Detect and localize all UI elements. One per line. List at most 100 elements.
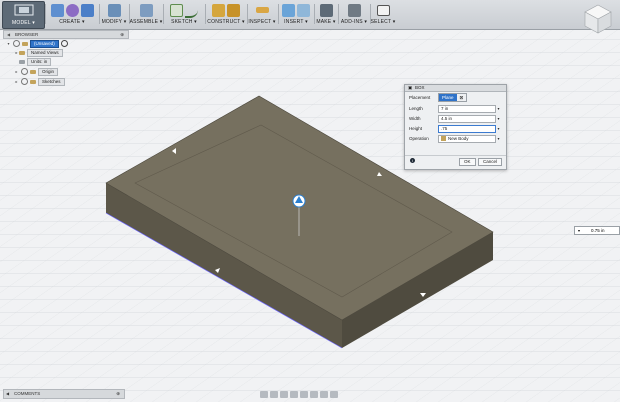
- height-row: Height .75 ▾: [409, 124, 503, 133]
- operation-select[interactable]: New Body: [438, 134, 496, 143]
- insert-image-icon[interactable]: [297, 3, 310, 17]
- tree-item-label: Units: in: [27, 57, 52, 66]
- chevron-down-icon[interactable]: ▾: [496, 136, 501, 141]
- pan-icon[interactable]: [280, 391, 288, 398]
- main-toolbar: MODEL ▾ CREATE ▾ MODIFY ▾ ASSEMBLE ▾ SKE…: [0, 0, 620, 30]
- spline-icon[interactable]: [185, 3, 198, 18]
- expand-icon[interactable]: ▸: [14, 69, 19, 74]
- inspect-label: INSPECT ▾: [248, 19, 276, 25]
- display-settings-icon[interactable]: [310, 391, 318, 398]
- ok-button[interactable]: OK: [459, 158, 476, 166]
- add-ins-menu[interactable]: ADD-INS ▾: [340, 2, 368, 28]
- tree-item-label: (Unsaved): [30, 39, 59, 48]
- tree-item-label: Sketches: [38, 77, 65, 86]
- make-label: MAKE ▾: [316, 19, 336, 25]
- orbit-icon[interactable]: [260, 391, 268, 398]
- comments-panel[interactable]: ◀ COMMENTS ⊕: [3, 389, 125, 399]
- inspect-menu[interactable]: INSPECT ▾: [248, 2, 276, 28]
- folder-icon: [30, 79, 36, 84]
- visibility-icon[interactable]: [21, 78, 28, 85]
- comments-title: COMMENTS: [14, 391, 41, 396]
- canvas-viewport[interactable]: [0, 0, 620, 402]
- placement-label: Placement: [409, 95, 431, 100]
- placement-selector[interactable]: Plane ⊠: [438, 93, 468, 102]
- midplane-icon[interactable]: [227, 3, 240, 17]
- tree-item-origin[interactable]: ▸ Origin: [14, 67, 59, 76]
- modify-label: MODIFY ▾: [101, 19, 127, 25]
- select-label: SELECT ▾: [370, 19, 396, 25]
- operation-label: Operation: [409, 136, 429, 141]
- tree-item-root[interactable]: ▾ (Unsaved): [6, 39, 68, 48]
- select-icon[interactable]: [376, 4, 390, 16]
- info-icon[interactable]: i: [410, 158, 415, 163]
- box-icon[interactable]: [80, 3, 94, 17]
- make-menu[interactable]: MAKE ▾: [316, 2, 336, 28]
- create-label: CREATE ▾: [59, 19, 85, 25]
- collapse-icon[interactable]: ◀: [6, 31, 11, 38]
- workspace-switcher[interactable]: MODEL ▾: [2, 1, 45, 29]
- construct-label: CONSTRUCT ▾: [207, 19, 245, 25]
- assemble-menu[interactable]: ASSEMBLE ▾: [129, 2, 163, 28]
- grid-settings-icon[interactable]: [320, 391, 328, 398]
- create-menu[interactable]: CREATE ▾: [47, 2, 97, 28]
- add-ins-label: ADD-INS ▾: [340, 19, 368, 25]
- measure-icon[interactable]: [255, 7, 269, 13]
- length-input[interactable]: 7 in: [438, 104, 496, 113]
- chevron-down-icon[interactable]: ▾: [496, 126, 501, 131]
- placement-other-option[interactable]: ⊠: [457, 94, 467, 101]
- sphere-icon[interactable]: [65, 3, 79, 17]
- component-icon: [22, 41, 28, 46]
- viewports-icon[interactable]: [330, 391, 338, 398]
- chevron-down-icon[interactable]: ▾: [496, 106, 501, 111]
- sketch-menu[interactable]: SKETCH ▾: [166, 2, 202, 28]
- new-component-icon[interactable]: [139, 3, 153, 17]
- insert-mesh-icon[interactable]: [282, 3, 295, 17]
- operation-value: New Body: [448, 135, 469, 141]
- height-value-input[interactable]: ▾ 0.75 in: [574, 226, 620, 235]
- expand-icon[interactable]: ▸: [14, 79, 19, 84]
- collapse-icon[interactable]: ◀: [6, 390, 9, 398]
- tree-item-sketches[interactable]: ▸ Sketches: [14, 77, 65, 86]
- width-label: Width: [409, 116, 421, 121]
- visibility-icon[interactable]: [21, 68, 28, 75]
- add-comment-icon[interactable]: ⊕: [116, 390, 120, 398]
- zoom-icon[interactable]: [290, 391, 298, 398]
- box-dialog: ▣ BOX Placement Plane ⊠ Length 7 in ▾ Wi…: [404, 84, 507, 170]
- select-menu[interactable]: SELECT ▾: [370, 2, 396, 28]
- 3d-print-icon[interactable]: [319, 3, 333, 17]
- scripts-icon[interactable]: [347, 3, 361, 17]
- offset-plane-icon[interactable]: [212, 3, 225, 17]
- dialog-header[interactable]: ▣ BOX: [405, 85, 506, 92]
- sketch-icon[interactable]: [170, 3, 183, 17]
- assemble-label: ASSEMBLE ▾: [129, 19, 163, 25]
- browser-panel[interactable]: ◀ BROWSER ⊕: [3, 30, 129, 39]
- modify-menu[interactable]: MODIFY ▾: [101, 2, 127, 28]
- width-input[interactable]: 4.5 in: [438, 114, 496, 123]
- tree-item-units[interactable]: Units: in: [14, 57, 52, 66]
- tree-item-named-views[interactable]: ▸ Named Views: [14, 48, 63, 57]
- folder-icon: [30, 69, 36, 74]
- chevron-down-icon[interactable]: ▾: [578, 227, 580, 234]
- viewcube[interactable]: [583, 3, 613, 35]
- operation-row: Operation New Body ▾: [409, 134, 503, 143]
- look-at-icon[interactable]: [270, 391, 278, 398]
- pin-icon[interactable]: ⊕: [120, 31, 124, 38]
- fit-icon[interactable]: [300, 391, 308, 398]
- construct-menu[interactable]: CONSTRUCT ▾: [207, 2, 245, 28]
- expand-icon[interactable]: ▾: [6, 41, 11, 46]
- chevron-down-icon[interactable]: ▾: [496, 116, 501, 121]
- workspace-label: MODEL ▾: [12, 20, 35, 26]
- height-input[interactable]: .75: [438, 124, 496, 133]
- extrude-icon[interactable]: [50, 3, 64, 17]
- length-label: Length: [409, 106, 423, 111]
- height-value-text: 0.75 in: [591, 228, 605, 233]
- model-icon: [14, 4, 34, 16]
- press-pull-icon[interactable]: [107, 3, 121, 17]
- visibility-icon[interactable]: [13, 40, 20, 47]
- placement-plane-option[interactable]: Plane: [439, 94, 457, 101]
- sketch-label: SKETCH ▾: [171, 19, 197, 25]
- activate-icon[interactable]: [60, 40, 68, 47]
- insert-menu[interactable]: INSERT ▾: [280, 2, 312, 28]
- width-row: Width 4.5 in ▾: [409, 114, 503, 123]
- cancel-button[interactable]: Cancel: [478, 158, 503, 166]
